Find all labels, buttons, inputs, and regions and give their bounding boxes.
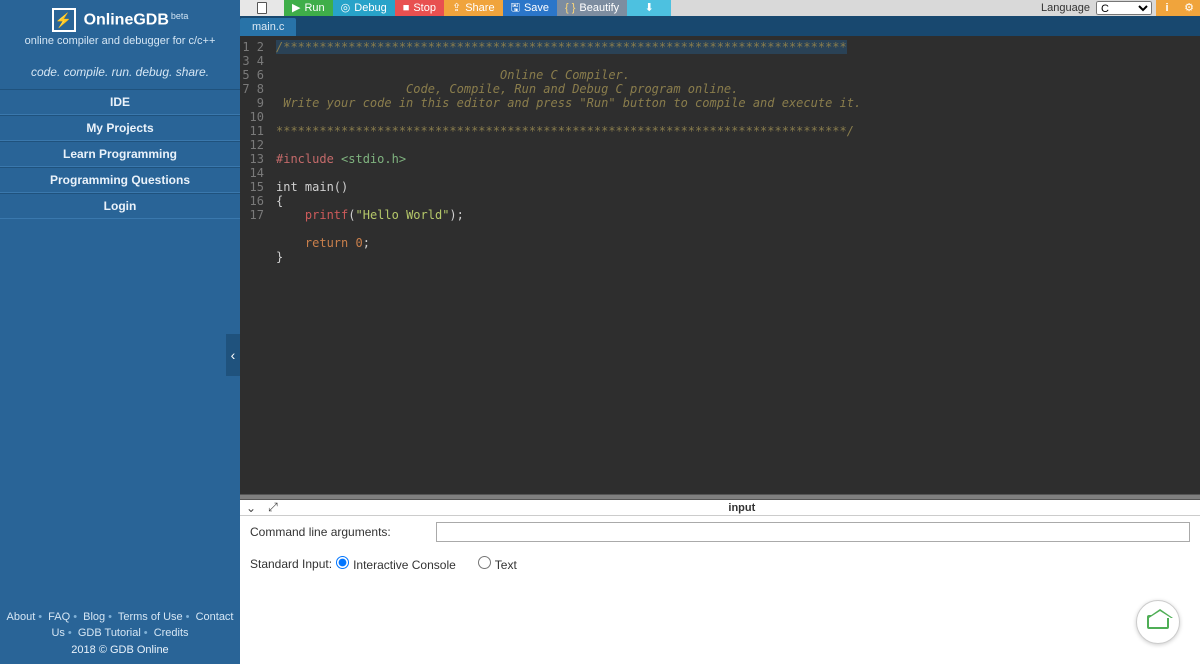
- panel-header: ⌄ ⤢ input: [240, 500, 1200, 516]
- footer-blog[interactable]: Blog: [83, 611, 105, 623]
- toolbar: ▶Run ◎Debug ■Stop ⇪Share 🖫Save { }Beauti…: [240, 0, 1200, 16]
- collapse-sidebar-button[interactable]: ‹: [226, 334, 240, 376]
- stdin-text-option[interactable]: Text: [478, 556, 517, 572]
- save-button[interactable]: 🖫Save: [503, 0, 557, 16]
- footer-faq[interactable]: FAQ: [48, 611, 70, 623]
- nav-my-projects[interactable]: My Projects: [0, 115, 240, 141]
- nav-list: IDE My Projects Learn Programming Progra…: [0, 89, 240, 219]
- download-button[interactable]: ⬇: [627, 0, 671, 16]
- share-icon: ⇪: [452, 0, 461, 16]
- copyright: 2018 © GDB Online: [4, 642, 236, 659]
- chevron-left-icon: ‹: [231, 347, 236, 363]
- cli-args-input[interactable]: [436, 522, 1190, 542]
- tab-main-c[interactable]: main.c: [240, 18, 296, 36]
- nav-ide[interactable]: IDE: [0, 89, 240, 115]
- download-icon: ⬇: [645, 0, 654, 16]
- sidebar: ⚡ OnlineGDBbeta online compiler and debu…: [0, 0, 240, 664]
- language-selector: Language C: [1037, 0, 1156, 16]
- info-button[interactable]: i: [1156, 0, 1178, 16]
- file-tabs: main.c: [240, 16, 1200, 36]
- play-icon: ▶: [292, 0, 300, 16]
- stdin-label: Standard Input:: [250, 557, 332, 571]
- stop-icon: ■: [403, 0, 410, 16]
- footer-terms[interactable]: Terms of Use: [118, 611, 183, 623]
- file-icon: [257, 2, 267, 14]
- nav-learn[interactable]: Learn Programming: [0, 141, 240, 167]
- info-icon: i: [1165, 0, 1168, 16]
- footer-gdb-tutorial[interactable]: GDB Tutorial: [78, 627, 141, 639]
- main-area: ▶Run ◎Debug ■Stop ⇪Share 🖫Save { }Beauti…: [240, 0, 1200, 664]
- expand-icon[interactable]: ⤢: [268, 500, 278, 515]
- new-file-button[interactable]: [240, 0, 284, 16]
- footer-links: About• FAQ• Blog• Terms of Use• Contact …: [0, 603, 240, 664]
- target-icon: ◎: [341, 0, 351, 16]
- stop-button[interactable]: ■Stop: [395, 0, 444, 16]
- envelope-icon: [1147, 615, 1169, 629]
- run-button[interactable]: ▶Run: [284, 0, 333, 16]
- footer-credits[interactable]: Credits: [154, 627, 189, 639]
- footer-about[interactable]: About: [7, 611, 36, 623]
- feedback-button[interactable]: [1136, 600, 1180, 644]
- stdin-text-radio[interactable]: [478, 556, 491, 569]
- language-label: Language: [1041, 2, 1090, 14]
- line-gutter: 1 2 3 4 5 6 7 8 9 10 11 12 13 14 15 16 1…: [240, 36, 270, 494]
- panel-title: input: [290, 502, 1194, 514]
- beautify-button[interactable]: { }Beautify: [557, 0, 627, 16]
- code-editor[interactable]: 1 2 3 4 5 6 7 8 9 10 11 12 13 14 15 16 1…: [240, 36, 1200, 494]
- nav-login[interactable]: Login: [0, 193, 240, 219]
- stdin-interactive-radio[interactable]: [336, 556, 349, 569]
- chevron-down-icon[interactable]: ⌄: [246, 501, 256, 515]
- gear-icon: ⚙: [1184, 0, 1194, 16]
- debug-button[interactable]: ◎Debug: [333, 0, 395, 16]
- braces-icon: { }: [565, 0, 575, 16]
- language-select[interactable]: C: [1096, 1, 1152, 15]
- share-button[interactable]: ⇪Share: [444, 0, 503, 16]
- settings-button[interactable]: ⚙: [1178, 0, 1200, 16]
- cli-args-label: Command line arguments:: [250, 525, 436, 539]
- stdin-interactive-option[interactable]: Interactive Console: [336, 556, 456, 572]
- app-subtitle: online compiler and debugger for c/c++: [0, 35, 240, 47]
- bolt-icon: ⚡: [52, 8, 76, 32]
- tagline: code. compile. run. debug. share.: [0, 65, 240, 79]
- io-panel: ⌄ ⤢ input Command line arguments: Standa…: [240, 500, 1200, 664]
- save-icon: 🖫: [511, 0, 520, 16]
- code-area[interactable]: /***************************************…: [270, 36, 1200, 494]
- nav-questions[interactable]: Programming Questions: [0, 167, 240, 193]
- app-title: OnlineGDBbeta: [84, 11, 189, 29]
- logo-block: ⚡ OnlineGDBbeta online compiler and debu…: [0, 0, 240, 51]
